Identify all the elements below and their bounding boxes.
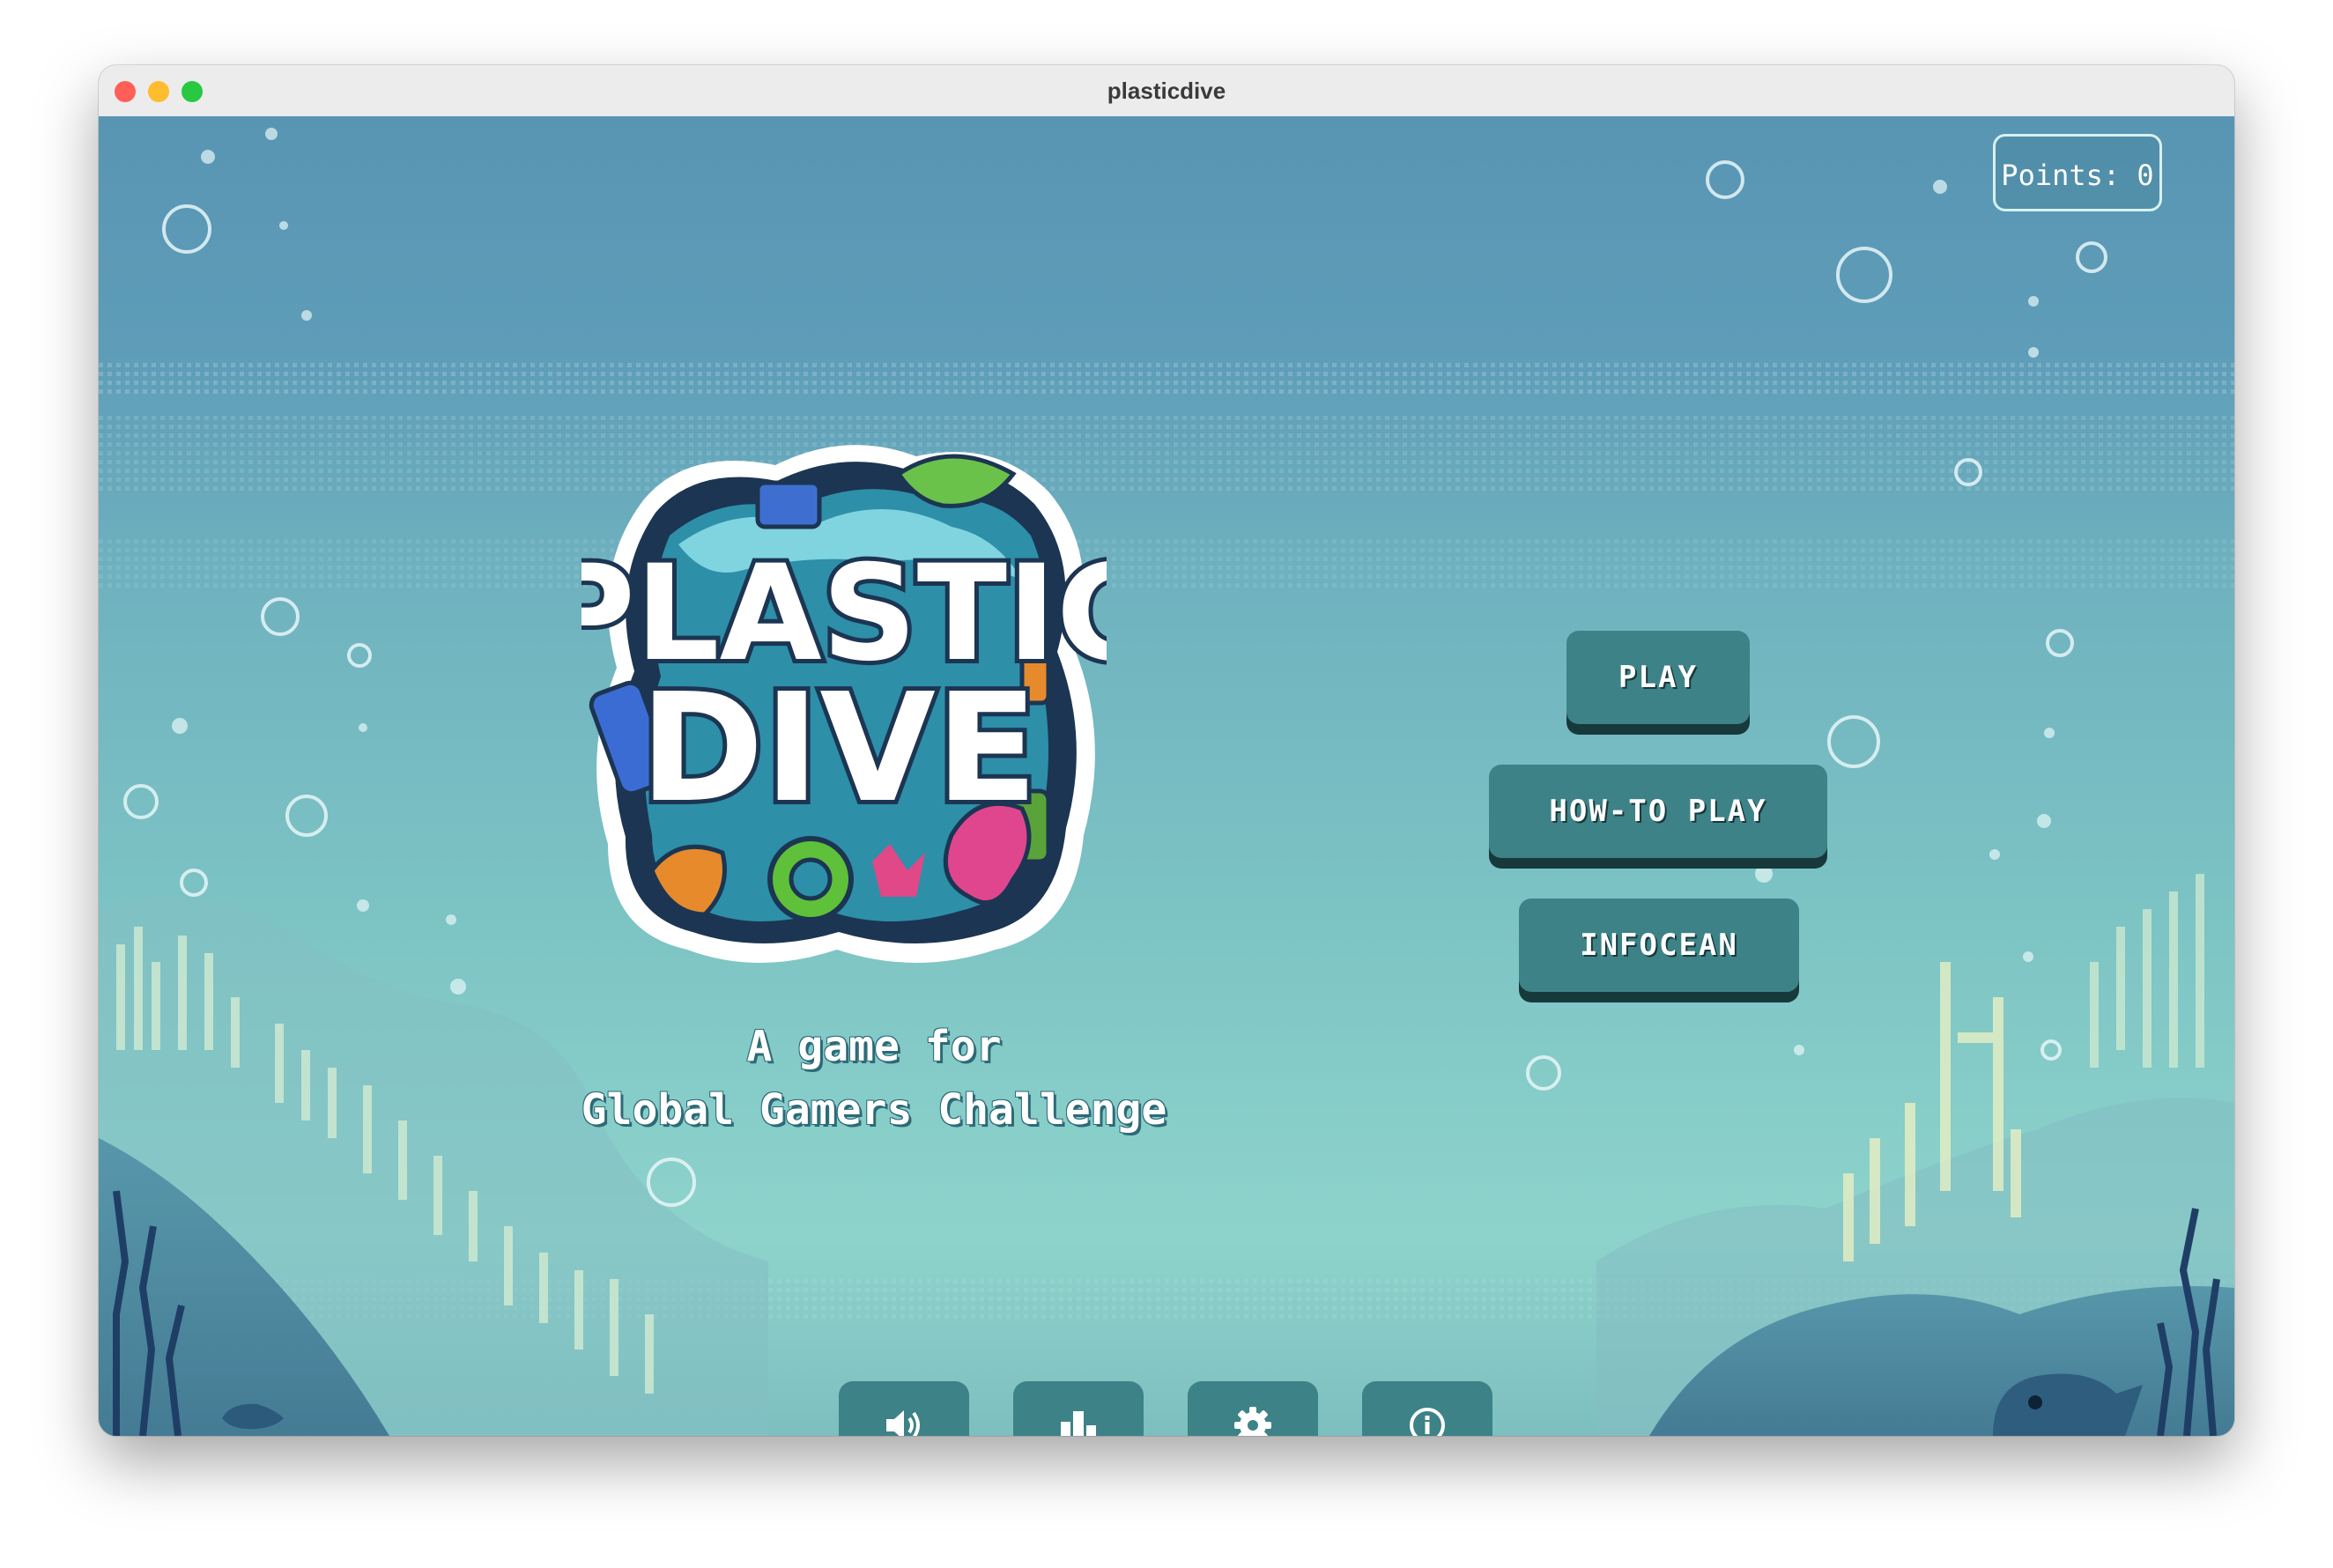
info-button[interactable]	[1362, 1381, 1492, 1436]
gear-icon	[1234, 1407, 1271, 1436]
game-scene: Points: 0 PLASTIC DIVE A game for Global…	[99, 116, 2234, 1436]
tagline-line-1: A game for	[746, 1022, 1002, 1071]
settings-button[interactable]	[1188, 1381, 1318, 1436]
speaker-icon	[886, 1410, 920, 1436]
title-bar: plasticdive	[99, 65, 2234, 117]
info-icon	[1410, 1408, 1445, 1436]
underwater-background	[99, 116, 2234, 1436]
how-to-play-button[interactable]: HOW-TO PLAY	[1489, 765, 1827, 858]
tagline-line-2: Global Gamers Challenge	[581, 1085, 1167, 1135]
infocean-button[interactable]: INFOCEAN	[1519, 899, 1799, 992]
sound-button[interactable]	[839, 1381, 969, 1436]
logo-title-line-2: DIVE	[640, 662, 1038, 836]
play-button[interactable]: PLAY	[1566, 631, 1750, 724]
points-counter: Points: 0	[1993, 134, 2162, 211]
bar-chart-icon	[1061, 1411, 1096, 1436]
app-window: plasticdive Points: 0 PLASTIC DIVE A gam…	[99, 65, 2234, 1436]
leaderboard-button[interactable]	[1013, 1381, 1144, 1436]
tagline: A game for Global Gamers Challenge	[433, 1015, 1315, 1142]
plastic-dive-logo: PLASTIC DIVE	[581, 445, 1107, 964]
window-title: plasticdive	[1107, 78, 1226, 104]
